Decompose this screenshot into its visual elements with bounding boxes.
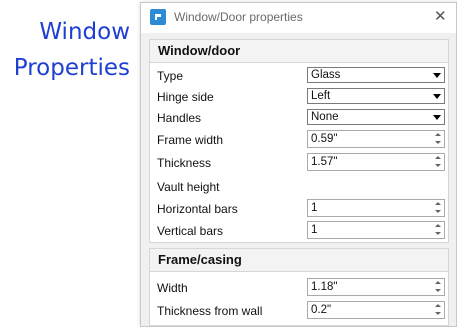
handles-row: Handles None — [150, 108, 448, 128]
type-select[interactable]: Glass — [307, 67, 445, 83]
width-label: Width — [157, 281, 188, 295]
thickness-spinbox[interactable]: 1.57" — [307, 153, 445, 171]
thickness-from-wall-value[interactable]: 0.2" — [311, 304, 331, 316]
handles-select[interactable]: None — [307, 109, 445, 125]
vertical-bars-value[interactable]: 1 — [311, 224, 317, 236]
spin-down-icon[interactable] — [432, 230, 444, 238]
vault-height-row: Vault height — [150, 177, 448, 197]
spin-up-icon[interactable] — [432, 222, 444, 230]
spin-up-icon[interactable] — [432, 154, 444, 162]
handles-value: None — [311, 111, 339, 123]
type-row: Type Glass — [150, 66, 448, 86]
type-value: Glass — [311, 69, 341, 81]
horizontal-bars-label: Horizontal bars — [157, 202, 238, 216]
hinge-side-select[interactable]: Left — [307, 88, 445, 104]
vault-height-label: Vault height — [157, 180, 220, 194]
spin-down-icon[interactable] — [432, 162, 444, 170]
frame-width-spinbox[interactable]: 0.59" — [307, 130, 445, 148]
thickness-value[interactable]: 1.57" — [311, 156, 337, 168]
properties-dialog: Window/Door properties ✕ Window/door Typ… — [140, 2, 457, 327]
vertical-bars-spinbox[interactable]: 1 — [307, 221, 445, 239]
spin-buttons — [432, 154, 444, 170]
type-label: Type — [157, 69, 184, 83]
spin-buttons — [432, 200, 444, 216]
horizontal-bars-row: Horizontal bars 1 — [150, 199, 448, 219]
chevron-down-icon[interactable] — [431, 111, 443, 123]
thickness-from-wall-row: Thickness from wall 0.2" — [150, 301, 448, 321]
frame-width-label: Frame width — [157, 133, 224, 147]
handles-label: Handles — [157, 111, 202, 125]
section-header-frame-casing: Frame/casing — [150, 249, 448, 272]
spin-down-icon[interactable] — [432, 287, 444, 295]
hinge-side-row: Hinge side Left — [150, 87, 448, 107]
spin-down-icon[interactable] — [432, 310, 444, 318]
chevron-down-icon[interactable] — [431, 90, 443, 102]
hinge-side-value: Left — [311, 90, 331, 102]
frame-width-row: Frame width 0.59" — [150, 130, 448, 150]
width-value[interactable]: 1.18" — [311, 281, 337, 293]
spin-buttons — [432, 302, 444, 318]
width-row: Width 1.18" — [150, 278, 448, 298]
thickness-from-wall-label: Thickness from wall — [157, 304, 263, 318]
spin-up-icon[interactable] — [432, 131, 444, 139]
close-icon[interactable]: ✕ — [434, 9, 447, 24]
dialog-title: Window/Door properties — [174, 10, 303, 24]
horizontal-bars-value[interactable]: 1 — [311, 202, 317, 214]
spin-buttons — [432, 279, 444, 295]
spin-up-icon[interactable] — [432, 279, 444, 287]
spin-up-icon[interactable] — [432, 200, 444, 208]
frame-width-value[interactable]: 0.59" — [311, 133, 337, 145]
spin-up-icon[interactable] — [432, 302, 444, 310]
hinge-side-label: Hinge side — [157, 90, 214, 104]
section-header-window-door: Window/door — [150, 40, 448, 63]
spin-down-icon[interactable] — [432, 208, 444, 216]
side-title-line1: Window — [39, 19, 130, 45]
thickness-label: Thickness — [157, 156, 212, 170]
app-logo-icon — [150, 9, 166, 25]
thickness-row: Thickness 1.57" — [150, 153, 448, 173]
spin-buttons — [432, 131, 444, 147]
spin-down-icon[interactable] — [432, 139, 444, 147]
frame-casing-section: Frame/casing Width 1.18" Thickness from … — [149, 248, 449, 326]
chevron-down-icon[interactable] — [431, 69, 443, 81]
horizontal-bars-spinbox[interactable]: 1 — [307, 199, 445, 217]
side-title-line2: Properties — [13, 55, 130, 81]
window-door-section: Window/door Type Glass Hinge side Left H… — [149, 39, 449, 243]
spin-buttons — [432, 222, 444, 238]
thickness-from-wall-spinbox[interactable]: 0.2" — [307, 301, 445, 319]
vertical-bars-row: Vertical bars 1 — [150, 221, 448, 241]
vertical-bars-label: Vertical bars — [157, 224, 224, 238]
width-spinbox[interactable]: 1.18" — [307, 278, 445, 296]
dialog-titlebar[interactable]: Window/Door properties ✕ — [141, 3, 456, 33]
